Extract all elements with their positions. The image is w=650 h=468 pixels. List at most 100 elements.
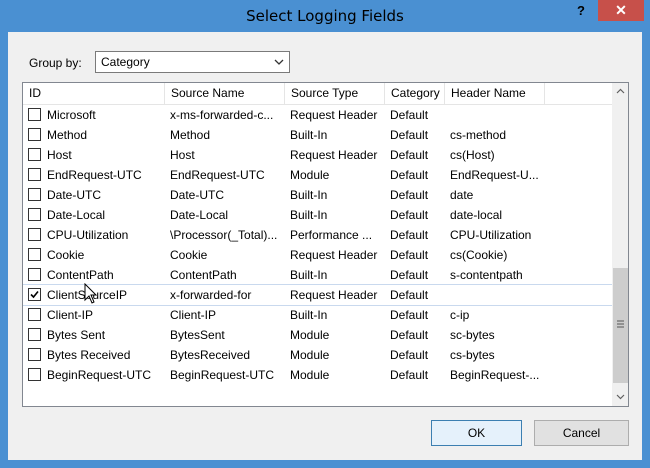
field-id: ClientSourceIP [47, 285, 166, 305]
field-header-name: cs-method [450, 128, 507, 142]
field-id: Date-UTC [47, 188, 102, 202]
close-button[interactable]: ✕ [598, 0, 644, 21]
field-source-name: BeginRequest-UTC [170, 368, 275, 382]
field-source-type: Request Header [290, 288, 378, 302]
field-id: Cookie [47, 248, 85, 262]
row-checkbox[interactable] [28, 128, 41, 141]
field-source-type: Module [290, 328, 330, 342]
field-category: Default [390, 348, 429, 362]
field-category: Default [390, 268, 429, 282]
field-category: Default [390, 308, 429, 322]
table-row[interactable]: Cookie Cookie Request Header Default cs(Cook… [23, 245, 613, 265]
field-source-type: Built-In [290, 188, 328, 202]
field-source-type: Module [290, 368, 330, 382]
row-checkbox[interactable] [28, 208, 41, 221]
field-category: Default [390, 368, 429, 382]
field-header-name [450, 105, 550, 125]
field-source-name: ContentPath [170, 268, 237, 282]
table-row[interactable]: CPU-Utilization \Processor(_Total)... Perf… [23, 225, 613, 245]
table-row[interactable]: Method Method Built-In Default cs-method [23, 125, 613, 145]
field-source-name: BytesSent [170, 328, 225, 342]
table-row[interactable]: Date-Local Date-Local Built-In Default date-… [23, 205, 613, 225]
row-checkbox[interactable] [28, 328, 41, 341]
grip-icon [617, 320, 624, 328]
field-source-type: Request Header [290, 148, 378, 162]
field-id: Method [47, 128, 88, 142]
table-row[interactable]: EndRequest-UTC EndRequest-UTC Module Defaul… [23, 165, 613, 185]
table-row[interactable]: ContentPath ContentPath Built-In Default s-c… [23, 265, 613, 285]
ok-button[interactable]: OK [431, 420, 522, 446]
chevron-down-icon [273, 53, 285, 74]
table-row[interactable]: Host Host Request Header Default cs(Host) [23, 145, 613, 165]
field-source-name: Client-IP [170, 308, 217, 322]
chevron-down-icon[interactable] [612, 389, 628, 406]
row-checkbox[interactable] [28, 248, 41, 261]
row-checkbox[interactable] [28, 288, 41, 301]
field-source-type: Built-In [290, 128, 328, 142]
field-source-name: \Processor(_Total)... [170, 228, 278, 242]
field-source-name: BytesReceived [170, 348, 251, 362]
field-id: Bytes Received [47, 348, 131, 362]
table-row[interactable]: Bytes Sent BytesSent Module Default sc-bytes [23, 325, 613, 345]
field-id: Microsoft [47, 108, 96, 122]
vertical-scrollbar[interactable] [612, 83, 628, 406]
table-row[interactable]: Microsoft x-ms-forwarded-c... Request Head… [23, 105, 613, 125]
field-source-name: x-ms-forwarded-c... [170, 108, 274, 122]
field-source-type: Built-In [290, 268, 328, 282]
row-checkbox[interactable] [28, 188, 41, 201]
logging-fields-list[interactable]: ID Source Name Source Type Category Head… [22, 82, 629, 407]
field-source-type: Module [290, 348, 330, 362]
field-id: ContentPath [47, 268, 114, 282]
scrollbar-thumb[interactable] [613, 268, 628, 383]
row-checkbox[interactable] [28, 368, 41, 381]
dialog-body: Group by: Category ID Source Name Source… [8, 32, 642, 460]
field-id: Host [47, 148, 72, 162]
column-header-id[interactable]: ID [23, 83, 165, 104]
help-button[interactable]: ? [568, 1, 594, 21]
group-by-select[interactable]: Category [95, 51, 290, 73]
row-checkbox[interactable] [28, 308, 41, 321]
chevron-up-icon[interactable] [612, 83, 628, 100]
field-source-type: Built-In [290, 208, 328, 222]
field-category: Default [390, 148, 429, 162]
field-id: BeginRequest-UTC [47, 368, 152, 382]
row-checkbox[interactable] [28, 108, 41, 121]
field-source-name: Date-Local [170, 208, 229, 222]
table-row[interactable]: ClientSourceIP x-forwarded-for Request Hea… [23, 284, 614, 306]
field-source-name: EndRequest-UTC [170, 168, 265, 182]
field-source-type: Module [290, 168, 330, 182]
table-row[interactable]: Bytes Received BytesReceived Module Default… [23, 345, 613, 365]
column-header-category[interactable]: Category [385, 83, 445, 104]
field-source-name: x-forwarded-for [170, 288, 252, 302]
field-source-type: Performance ... [290, 228, 373, 242]
column-header-source-name[interactable]: Source Name [165, 83, 285, 104]
field-source-name: Host [170, 148, 195, 162]
field-category: Default [390, 228, 429, 242]
field-source-type: Request Header [290, 248, 378, 262]
row-checkbox[interactable] [28, 228, 41, 241]
table-row[interactable]: Date-UTC Date-UTC Built-In Default date [23, 185, 613, 205]
table-row[interactable]: Client-IP Client-IP Built-In Default c-ip [23, 305, 613, 325]
field-header-name: BeginRequest-... [450, 368, 540, 382]
row-checkbox[interactable] [28, 148, 41, 161]
field-source-name: Date-UTC [170, 188, 225, 202]
group-by-value: Category [101, 55, 150, 69]
field-header-name: c-ip [450, 308, 470, 322]
dialog-window: Select Logging Fields ? ✕ Group by: Cate… [0, 0, 650, 468]
group-by-label: Group by: [29, 56, 82, 70]
field-id: Date-Local [47, 208, 106, 222]
cancel-button[interactable]: Cancel [534, 420, 629, 446]
column-header-source-type[interactable]: Source Type [285, 83, 385, 104]
field-header-name: date-local [450, 208, 503, 222]
table-row[interactable]: BeginRequest-UTC BeginRequest-UTC Module De… [23, 365, 613, 385]
row-checkbox[interactable] [28, 168, 41, 181]
field-header-name: CPU-Utilization [450, 228, 532, 242]
field-category: Default [390, 168, 429, 182]
list-header: ID Source Name Source Type Category Head… [23, 83, 613, 105]
row-checkbox[interactable] [28, 348, 41, 361]
field-id: CPU-Utilization [47, 228, 129, 242]
field-source-type: Request Header [290, 108, 378, 122]
row-checkbox[interactable] [28, 268, 41, 281]
column-header-header-name[interactable]: Header Name [445, 83, 545, 104]
title-bar[interactable]: Select Logging Fields ? ✕ [0, 0, 650, 32]
